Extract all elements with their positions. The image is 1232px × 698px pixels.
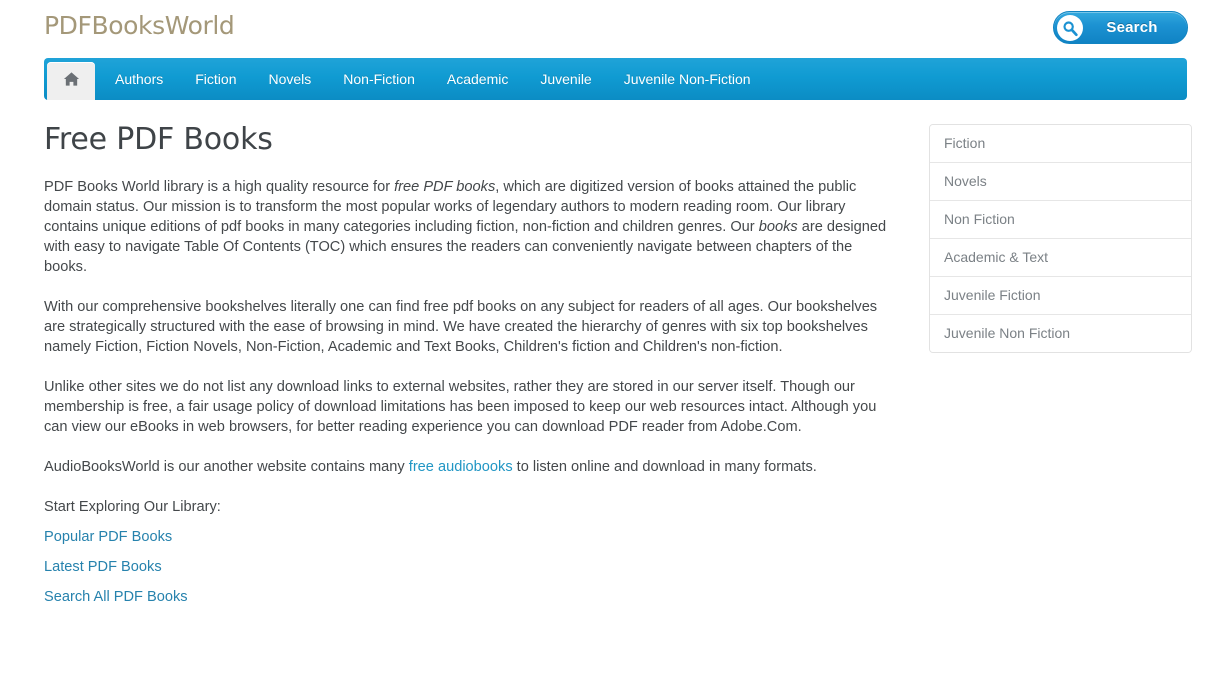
sidebar-item-academic-text[interactable]: Academic & Text	[930, 239, 1191, 277]
nav-item-home[interactable]	[47, 62, 95, 100]
category-list: Fiction Novels Non Fiction Academic & Te…	[929, 124, 1192, 353]
sidebar-item-novels[interactable]: Novels	[930, 163, 1191, 201]
nav-item-juvenile-non-fiction[interactable]: Juvenile Non-Fiction	[608, 58, 767, 100]
search-all-pdf-books-link[interactable]: Search All PDF Books	[44, 587, 894, 607]
page-body: Free PDF Books PDF Books World library i…	[0, 100, 1232, 617]
paragraph-1-emphasis-1: free PDF books	[394, 179, 496, 195]
free-audiobooks-link[interactable]: free audiobooks	[409, 459, 513, 475]
paragraph-4-part-2: to listen online and download in many fo…	[512, 459, 817, 475]
latest-pdf-books-link[interactable]: Latest PDF Books	[44, 557, 894, 577]
main-content: Free PDF Books PDF Books World library i…	[44, 100, 894, 617]
intro-paragraph-2: With our comprehensive bookshelves liter…	[44, 299, 878, 355]
search-button-label: Search	[1106, 19, 1158, 36]
nav-item-novels[interactable]: Novels	[252, 58, 327, 100]
paragraph-4-part-1: AudioBooksWorld is our another website c…	[44, 459, 409, 475]
nav-item-fiction[interactable]: Fiction	[179, 58, 252, 100]
home-icon	[63, 71, 80, 92]
nav-item-list: Authors Fiction Novels Non-Fiction Acade…	[95, 58, 767, 100]
site-header: PDFBooksWorld Search	[0, 0, 1232, 58]
nav-item-juvenile[interactable]: Juvenile	[524, 58, 607, 100]
nav-item-non-fiction[interactable]: Non-Fiction	[327, 58, 431, 100]
intro-paragraph-3: Unlike other sites we do not list any do…	[44, 379, 877, 435]
popular-pdf-books-link[interactable]: Popular PDF Books	[44, 527, 894, 547]
page-title: Free PDF Books	[44, 122, 273, 157]
sidebar-item-non-fiction[interactable]: Non Fiction	[930, 201, 1191, 239]
paragraph-1-emphasis-2: books	[758, 219, 798, 235]
sidebar-item-fiction[interactable]: Fiction	[930, 125, 1191, 163]
sidebar: Fiction Novels Non Fiction Academic & Te…	[929, 100, 1192, 353]
intro-paragraph-1: PDF Books World library is a high qualit…	[44, 177, 892, 277]
paragraph-1-part-1: PDF Books World library is a high qualit…	[44, 179, 395, 195]
main-navigation: Authors Fiction Novels Non-Fiction Acade…	[44, 58, 1187, 100]
search-icon	[1057, 14, 1083, 41]
intro-paragraph-4: AudioBooksWorld is our another website c…	[44, 457, 892, 477]
nav-item-authors[interactable]: Authors	[95, 58, 179, 100]
nav-item-academic[interactable]: Academic	[431, 58, 524, 100]
sidebar-item-juvenile-non-fiction[interactable]: Juvenile Non Fiction	[930, 315, 1191, 352]
site-logo[interactable]: PDFBooksWorld	[44, 11, 235, 40]
explore-library-label: Start Exploring Our Library:	[44, 499, 221, 515]
sidebar-item-juvenile-fiction[interactable]: Juvenile Fiction	[930, 277, 1191, 315]
search-button[interactable]: Search	[1053, 11, 1188, 44]
